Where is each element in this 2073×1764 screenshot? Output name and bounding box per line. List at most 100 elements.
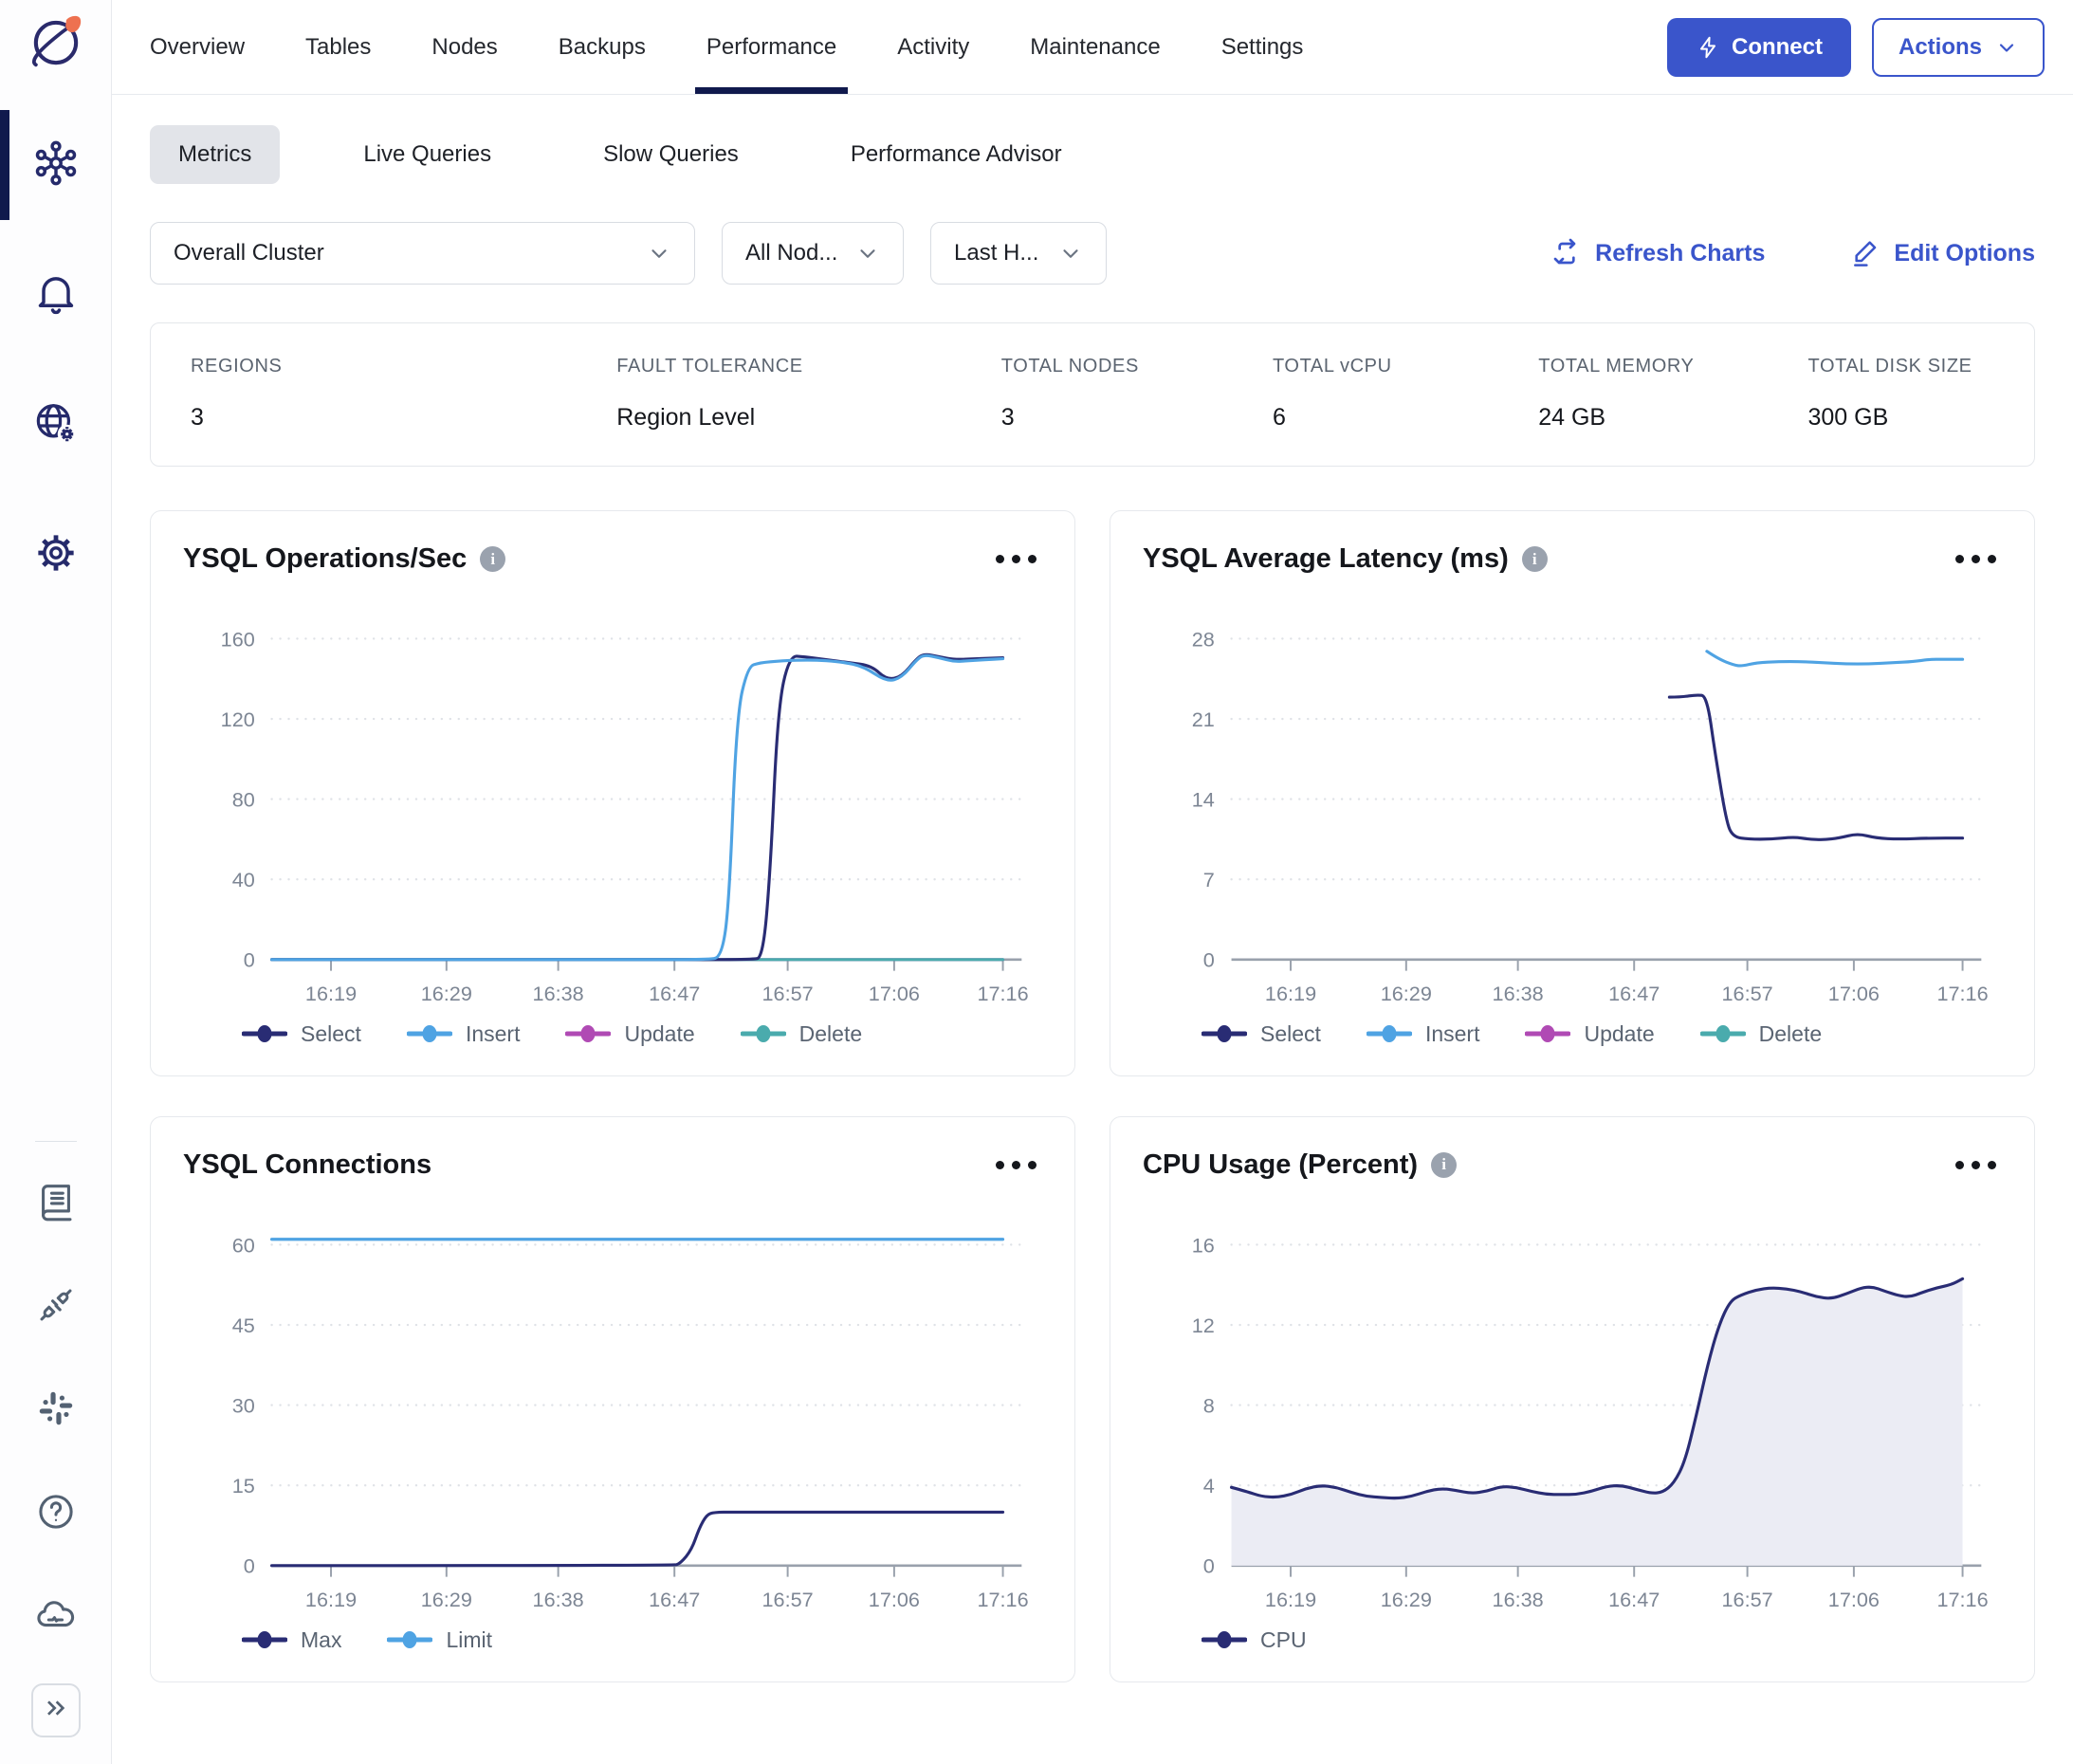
sidebar-item-docs[interactable]: [0, 1167, 111, 1241]
stat-value: 3: [1001, 404, 1273, 432]
legend-item-limit[interactable]: Limit: [387, 1627, 492, 1653]
main-content: Overview Tables Nodes Backups Performance Act…: [112, 0, 2073, 1764]
refresh-charts-link[interactable]: Refresh Charts: [1551, 238, 1765, 268]
cluster-select[interactable]: Overall Cluster: [150, 222, 695, 285]
sidebar: [0, 0, 112, 1764]
filter-selects: Overall Cluster All Nod... Last H...: [150, 222, 1133, 285]
svg-text:16:29: 16:29: [421, 982, 472, 1005]
tab-maintenance[interactable]: Maintenance: [1030, 0, 1160, 94]
svg-text:16: 16: [1192, 1233, 1215, 1257]
info-icon[interactable]: i: [1431, 1152, 1457, 1178]
svg-text:0: 0: [244, 1554, 255, 1578]
chevron-down-icon: [1058, 241, 1083, 266]
svg-text:16:19: 16:19: [1265, 982, 1316, 1005]
legend-item-max[interactable]: Max: [242, 1627, 341, 1653]
sidebar-item-network[interactable]: [0, 385, 111, 466]
time-select[interactable]: Last H...: [930, 222, 1107, 285]
tabs: Overview Tables Nodes Backups Performance Act…: [150, 0, 1303, 94]
plug-icon: [34, 1283, 78, 1332]
svg-text:16:29: 16:29: [1381, 982, 1432, 1005]
sidebar-item-settings[interactable]: [0, 515, 111, 596]
svg-text:16:57: 16:57: [762, 982, 814, 1005]
legend-item-insert[interactable]: Insert: [1367, 1021, 1480, 1047]
chart-title: YSQL Connections: [183, 1149, 431, 1181]
connect-button[interactable]: Connect: [1667, 18, 1851, 77]
tab-activity[interactable]: Activity: [897, 0, 969, 94]
tab-tables[interactable]: Tables: [305, 0, 371, 94]
svg-text:28: 28: [1192, 627, 1215, 651]
sidebar-item-cloud-status[interactable]: [0, 1580, 111, 1655]
svg-text:16:57: 16:57: [1722, 982, 1773, 1005]
subtab-performance-advisor[interactable]: Performance Advisor: [822, 125, 1091, 184]
subtab-live-queries[interactable]: Live Queries: [335, 125, 520, 184]
chart-menu-icon[interactable]: [990, 549, 1042, 569]
sidebar-divider: [35, 1141, 77, 1142]
info-icon[interactable]: i: [480, 546, 505, 572]
stat-value: 3: [191, 404, 616, 432]
sidebar-item-alerts[interactable]: [0, 255, 111, 336]
chart-menu-icon[interactable]: [990, 1155, 1042, 1175]
chart-menu-icon[interactable]: [1950, 1155, 2002, 1175]
legend-item-cpu[interactable]: CPU: [1202, 1627, 1307, 1653]
subtab-metrics[interactable]: Metrics: [150, 125, 280, 184]
sidebar-expand-button[interactable]: [31, 1683, 81, 1737]
legend-item-update[interactable]: Update: [565, 1021, 694, 1047]
actions-button[interactable]: Actions: [1872, 18, 2045, 77]
svg-text:16:29: 16:29: [421, 1588, 472, 1611]
time-select-value: Last H...: [954, 240, 1038, 266]
stat-label: TOTAL vCPU: [1273, 356, 1538, 377]
svg-text:16:19: 16:19: [305, 982, 357, 1005]
tab-overview[interactable]: Overview: [150, 0, 245, 94]
tab-backups[interactable]: Backups: [559, 0, 646, 94]
info-icon[interactable]: i: [1522, 546, 1548, 572]
subtab-slow-queries[interactable]: Slow Queries: [575, 125, 767, 184]
book-icon: [34, 1180, 78, 1228]
chevron-down-icon: [647, 241, 671, 266]
svg-text:17:16: 17:16: [1936, 982, 1988, 1005]
stat-regions: REGIONS3: [191, 356, 616, 432]
legend-item-insert[interactable]: Insert: [407, 1021, 521, 1047]
chart-legend: CPU: [1202, 1627, 2002, 1653]
chart-legend: Max Limit: [242, 1627, 1042, 1653]
svg-text:17:16: 17:16: [1936, 1588, 1988, 1611]
svg-text:45: 45: [232, 1314, 255, 1337]
svg-text:16:29: 16:29: [1381, 1588, 1432, 1611]
sidebar-item-clusters[interactable]: [0, 125, 111, 206]
legend-item-select[interactable]: Select: [1202, 1021, 1321, 1047]
svg-text:16:47: 16:47: [649, 982, 700, 1005]
tab-nodes[interactable]: Nodes: [431, 0, 497, 94]
chart-menu-icon[interactable]: [1950, 549, 2002, 569]
svg-text:80: 80: [232, 787, 255, 811]
svg-text:40: 40: [232, 868, 255, 891]
svg-text:4: 4: [1203, 1474, 1215, 1498]
svg-text:16:57: 16:57: [1722, 1588, 1773, 1611]
help-icon: [34, 1490, 78, 1538]
tab-settings[interactable]: Settings: [1221, 0, 1304, 94]
chart-legend: Select Insert Update Delete: [242, 1021, 1042, 1047]
svg-text:8: 8: [1203, 1393, 1215, 1417]
double-chevron-right-icon: [41, 1693, 71, 1728]
connect-label: Connect: [1732, 34, 1823, 61]
chart-title: CPU Usage (Percent): [1143, 1149, 1418, 1181]
chart-card-ysql-connections: YSQL Connections01530456016:1916:2916:38…: [150, 1116, 1075, 1682]
stat-value: 24 GB: [1538, 404, 1807, 432]
svg-text:160: 160: [221, 627, 255, 651]
yugabyte-logo[interactable]: [23, 9, 89, 76]
legend-item-delete[interactable]: Delete: [741, 1021, 862, 1047]
legend-item-delete[interactable]: Delete: [1700, 1021, 1822, 1047]
sidebar-item-help[interactable]: [0, 1477, 111, 1552]
tab-performance[interactable]: Performance: [706, 0, 836, 94]
sidebar-item-slack[interactable]: [0, 1373, 111, 1448]
legend-item-update[interactable]: Update: [1525, 1021, 1654, 1047]
stat-total-vcpu: TOTAL vCPU6: [1273, 356, 1538, 432]
legend-item-select[interactable]: Select: [242, 1021, 361, 1047]
bell-icon: [31, 268, 81, 322]
cluster-stats-card: REGIONS3FAULT TOLERANCERegion LevelTOTAL…: [150, 322, 2035, 467]
sidebar-item-integrations[interactable]: [0, 1270, 111, 1345]
actions-label: Actions: [1899, 34, 1982, 61]
edit-options-link[interactable]: Edit Options: [1850, 238, 2035, 268]
svg-text:17:06: 17:06: [869, 1588, 920, 1611]
chart-plot-1: 0714212816:1916:2916:3816:4716:5717:0617…: [1143, 580, 2002, 1020]
node-select[interactable]: All Nod...: [722, 222, 904, 285]
chevron-down-icon: [855, 241, 880, 266]
